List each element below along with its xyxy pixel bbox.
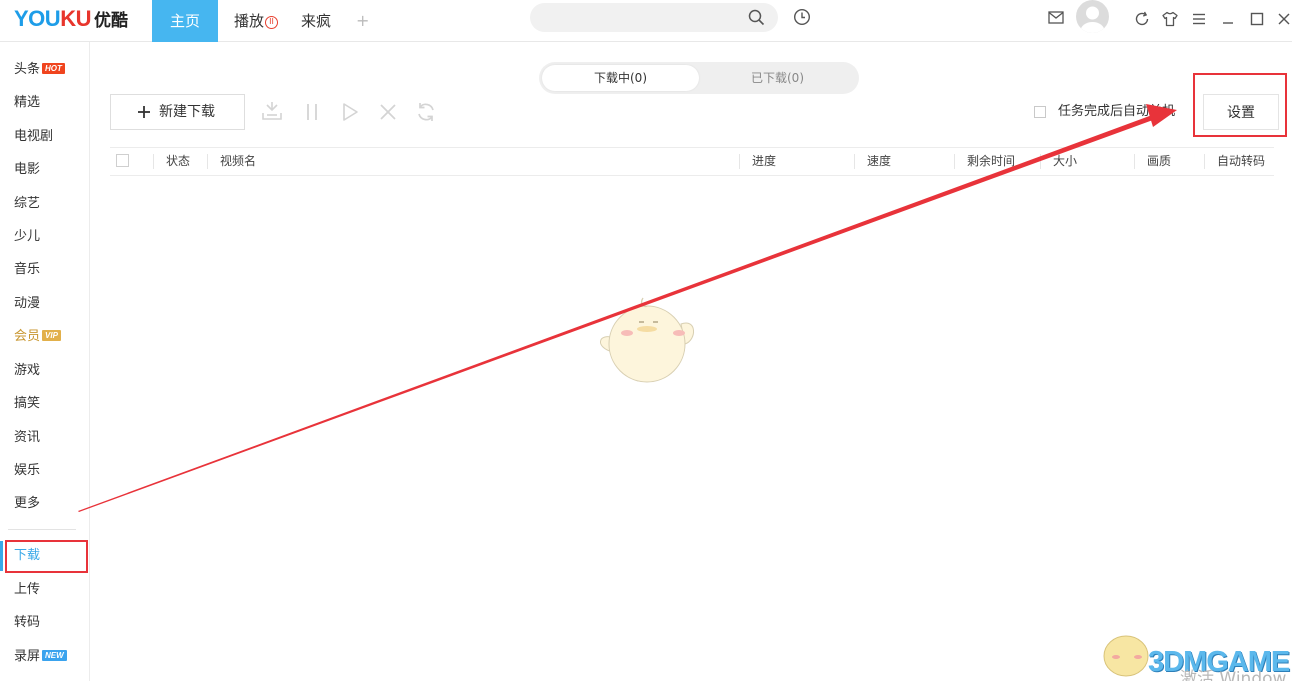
sidebar-item-label: 头条 bbox=[14, 62, 41, 77]
download-table-header: 状态 视频名 进度 速度 剩余时间 大小 画质 自动转码 bbox=[110, 147, 1274, 176]
top-bar: YOUKU 优酷 主页 播放 II 来疯 + bbox=[0, 0, 1292, 42]
column-separator bbox=[1204, 154, 1205, 169]
column-status[interactable]: 状态 bbox=[166, 148, 190, 175]
sidebar: 头条 HOT 精选 电视剧 电影 综艺 少儿 音乐 动漫 会员 VIP 游戏 搞笑 … bbox=[0, 42, 90, 681]
user-silhouette-icon bbox=[1080, 6, 1105, 33]
column-separator bbox=[739, 154, 740, 169]
sidebar-item-movie[interactable]: 电影 bbox=[14, 160, 40, 180]
avatar[interactable] bbox=[1076, 0, 1109, 33]
auto-shutdown-label: 任务完成后自动关机 bbox=[1058, 104, 1176, 119]
column-separator bbox=[1040, 154, 1041, 169]
tab-laifeng[interactable]: 来疯 bbox=[301, 0, 331, 42]
tab-home-label: 主页 bbox=[169, 12, 200, 30]
sidebar-item-tv[interactable]: 电视剧 bbox=[14, 127, 53, 147]
sidebar-item-toutiao[interactable]: 头条 HOT bbox=[14, 60, 65, 80]
new-badge: NEW bbox=[42, 650, 67, 661]
pause-icon[interactable] bbox=[301, 101, 323, 123]
vip-badge: VIP bbox=[42, 330, 61, 341]
empty-state-mascot-image bbox=[600, 297, 694, 383]
column-separator bbox=[207, 154, 208, 169]
sidebar-item-more[interactable]: 更多 bbox=[14, 494, 40, 514]
refresh-icon[interactable] bbox=[1134, 11, 1150, 27]
new-download-label: 新建下载 bbox=[159, 104, 215, 120]
tab-downloading[interactable]: 下载中(0) bbox=[542, 65, 699, 91]
close-icon[interactable] bbox=[1277, 11, 1291, 27]
sidebar-item-news[interactable]: 资讯 bbox=[14, 428, 40, 448]
select-all-checkbox[interactable] bbox=[116, 154, 129, 167]
logo-text-cn: 优酷 bbox=[93, 11, 128, 31]
sidebar-item-kids[interactable]: 少儿 bbox=[14, 227, 40, 247]
sidebar-item-upload[interactable]: 上传 bbox=[14, 580, 40, 600]
sidebar-item-transcode[interactable]: 转码 bbox=[14, 613, 40, 633]
column-progress[interactable]: 进度 bbox=[752, 148, 776, 175]
sidebar-item-variety[interactable]: 综艺 bbox=[14, 194, 40, 214]
sidebar-item-label: 会员 bbox=[14, 329, 41, 344]
column-speed[interactable]: 速度 bbox=[867, 148, 891, 175]
play-icon[interactable] bbox=[339, 101, 361, 123]
tab-downloaded[interactable]: 已下载(0) bbox=[699, 65, 856, 91]
maximize-icon[interactable] bbox=[1249, 11, 1265, 27]
sidebar-active-indicator bbox=[0, 541, 3, 571]
sidebar-item-music[interactable]: 音乐 bbox=[14, 260, 40, 280]
logo-text-en: YOUKU bbox=[14, 6, 91, 31]
tab-play-badge: II bbox=[265, 16, 279, 29]
hot-badge: HOT bbox=[42, 63, 65, 74]
import-icon[interactable] bbox=[261, 101, 283, 123]
retry-icon[interactable] bbox=[415, 101, 437, 123]
column-separator bbox=[153, 154, 154, 169]
sidebar-item-screen-record[interactable]: 录屏 NEW bbox=[14, 647, 67, 667]
column-quality[interactable]: 画质 bbox=[1147, 148, 1171, 175]
search-icon[interactable] bbox=[748, 9, 765, 26]
sidebar-divider bbox=[8, 529, 76, 530]
add-tab-button[interactable]: + bbox=[356, 0, 369, 42]
youku-logo[interactable]: YOUKU 优酷 bbox=[14, 6, 128, 32]
minimize-icon[interactable] bbox=[1220, 11, 1236, 27]
mail-icon[interactable] bbox=[1048, 11, 1064, 24]
column-separator bbox=[954, 154, 955, 169]
sidebar-item-anime[interactable]: 动漫 bbox=[14, 294, 40, 314]
os-activation-watermark: 激活 Window bbox=[1180, 669, 1287, 681]
sidebar-item-label: 录屏 bbox=[14, 649, 41, 664]
download-highlight-box bbox=[5, 540, 88, 573]
menu-icon[interactable] bbox=[1191, 11, 1207, 27]
tab-play[interactable]: 播放 II bbox=[234, 0, 279, 42]
sidebar-item-jingxuan[interactable]: 精选 bbox=[14, 93, 40, 113]
tab-laifeng-label: 来疯 bbox=[301, 12, 332, 30]
plus-icon bbox=[138, 106, 150, 118]
auto-shutdown-checkbox[interactable] bbox=[1034, 106, 1046, 118]
tab-play-label: 播放 bbox=[234, 12, 265, 30]
column-separator bbox=[1134, 154, 1135, 169]
download-status-switch: 下载中(0) 已下载(0) bbox=[539, 62, 859, 94]
delete-icon[interactable] bbox=[377, 101, 399, 123]
sidebar-item-funny[interactable]: 搞笑 bbox=[14, 394, 40, 414]
settings-highlight-box bbox=[1193, 73, 1287, 137]
column-size[interactable]: 大小 bbox=[1053, 148, 1077, 175]
search-input[interactable] bbox=[530, 3, 778, 32]
sidebar-item-games[interactable]: 游戏 bbox=[14, 361, 40, 381]
column-auto-transcode[interactable]: 自动转码 bbox=[1217, 148, 1265, 175]
column-time-remaining[interactable]: 剩余时间 bbox=[967, 148, 1015, 175]
column-separator bbox=[854, 154, 855, 169]
new-download-button[interactable]: 新建下载 bbox=[110, 94, 245, 130]
sidebar-item-entertainment[interactable]: 娱乐 bbox=[14, 461, 40, 481]
tab-home[interactable]: 主页 bbox=[152, 0, 218, 42]
skin-shirt-icon[interactable] bbox=[1162, 11, 1178, 27]
sidebar-item-vip[interactable]: 会员 VIP bbox=[14, 327, 61, 347]
history-clock-icon[interactable] bbox=[793, 8, 811, 26]
column-video-name[interactable]: 视频名 bbox=[220, 148, 256, 175]
